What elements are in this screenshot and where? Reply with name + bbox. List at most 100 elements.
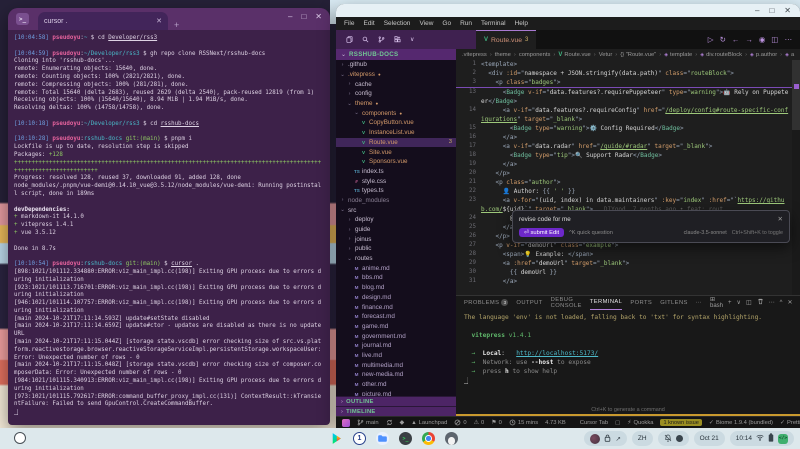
status-biome-1-9-4-bundled-[interactable]: ✓Biome 1.9.4 (bundled) bbox=[709, 419, 773, 426]
terminal-panel-output[interactable]: The language 'env' is not loaded, fallin… bbox=[456, 309, 800, 414]
minimize-icon[interactable]: – bbox=[288, 12, 292, 21]
menu-help[interactable]: Help bbox=[515, 20, 528, 27]
code-line-20[interactable]: 20 </p> bbox=[456, 169, 800, 178]
tree-item-anime-md[interactable]: Manime.md bbox=[336, 263, 456, 273]
panel-tab-terminal[interactable]: TERMINAL bbox=[590, 296, 623, 310]
tree-item-new-media-md[interactable]: Mnew-media.md bbox=[336, 370, 456, 380]
tree-item-cache[interactable]: ›cache bbox=[336, 79, 456, 89]
tree-item-journal-md[interactable]: Mjournal.md bbox=[336, 341, 456, 351]
status-quokka[interactable]: ⚡Quokka bbox=[627, 419, 653, 426]
status-15-mins[interactable]: 15 mins bbox=[509, 419, 538, 426]
panel-tab-output[interactable]: OUTPUT bbox=[516, 296, 542, 309]
launcher-button[interactable] bbox=[14, 432, 26, 444]
status-launchpad[interactable]: ▲Launchpad bbox=[411, 420, 447, 426]
terminal-tab[interactable]: cursor . ✕ bbox=[38, 12, 168, 30]
more-actions-icon[interactable]: ⋯ bbox=[785, 35, 793, 44]
status-area[interactable]: 10:14 </> bbox=[730, 431, 794, 446]
breadcrumb-item[interactable]: ◈p.author bbox=[750, 52, 777, 58]
ai-prompt-input[interactable]: revise code for me bbox=[519, 216, 778, 223]
tree-item-components[interactable]: ⌄components● bbox=[336, 108, 456, 118]
linux-penguin-icon[interactable] bbox=[445, 432, 458, 445]
status-1-known-issue[interactable]: 1 known issue bbox=[660, 419, 701, 426]
status-sync[interactable] bbox=[386, 419, 393, 426]
date-pill[interactable]: Oct 21 bbox=[694, 431, 725, 446]
extensions-icon[interactable] bbox=[394, 36, 401, 43]
code-line-22[interactable]: 22 👤 Author: {{ ' ' }} bbox=[456, 187, 800, 196]
quick-question-hint[interactable]: ^K quick question bbox=[569, 230, 613, 236]
model-selector[interactable]: claude-3.5-sonnet bbox=[684, 230, 727, 236]
tree-item-node-modules[interactable]: ›node_modules bbox=[336, 196, 456, 206]
breadcrumb-item[interactable]: ◈div.routeBlock bbox=[700, 52, 742, 58]
chevron-down-icon[interactable]: ∨ bbox=[737, 299, 741, 306]
close-panel-icon[interactable]: ✕ bbox=[787, 299, 792, 306]
close-icon[interactable]: ✕ bbox=[778, 215, 783, 223]
breadcrumb-item[interactable]: Vetur bbox=[599, 52, 613, 58]
tree-item-copybutton-vue[interactable]: VCopyButton.vue bbox=[336, 118, 456, 128]
terminal-shell-label[interactable]: ⊞ bash bbox=[710, 296, 723, 309]
menu-view[interactable]: View bbox=[419, 20, 433, 27]
breadcrumb-item[interactable]: ◈a bbox=[785, 52, 794, 58]
tree-item-game-md[interactable]: Mgame.md bbox=[336, 322, 456, 332]
tree-item-design-md[interactable]: Mdesign.md bbox=[336, 293, 456, 303]
status-0[interactable]: ⚠0 bbox=[474, 419, 485, 426]
code-line-21[interactable]: 21 <p class="author"> bbox=[456, 178, 800, 187]
tree-item-index-ts[interactable]: TSindex.ts bbox=[336, 167, 456, 177]
submit-edit-button[interactable]: ⏎ submit Edit bbox=[519, 228, 564, 237]
tab-route-vue[interactable]: V Route.vue 3 bbox=[476, 30, 536, 49]
user-pill[interactable]: ↗ bbox=[584, 431, 626, 446]
panel-tab-debug-console[interactable]: DEBUG CONSOLE bbox=[551, 296, 582, 309]
tree-item-forecast-md[interactable]: Mforecast.md bbox=[336, 312, 456, 322]
panel-tab--[interactable]: ⋯ bbox=[696, 296, 702, 309]
tree-item-config[interactable]: ›config bbox=[336, 89, 456, 99]
code-line-13[interactable]: 13 <Badge v-if="data.features?.requirePu… bbox=[456, 87, 800, 106]
explorer-header[interactable]: ⌄ RSSHUB-DOCS bbox=[336, 49, 456, 60]
status-main[interactable]: main bbox=[357, 419, 379, 426]
code-line-2[interactable]: 2 <div :id="namespace + JSON.stringify(d… bbox=[456, 69, 800, 78]
tree-item-route-vue[interactable]: VRoute.vue3 bbox=[336, 138, 456, 148]
tree-item-instancelist-vue[interactable]: VInstanceList.vue bbox=[336, 128, 456, 138]
menu-selection[interactable]: Selection bbox=[384, 20, 411, 27]
code-line-14[interactable]: 14 <a v-if="data.features?.requireConfig… bbox=[456, 106, 800, 124]
terminal-titlebar[interactable]: >_ cursor . ✕ + – □ ✕ bbox=[8, 8, 330, 30]
crostini-terminal-icon[interactable]: >_ bbox=[399, 432, 412, 445]
1password-icon[interactable]: 1 bbox=[353, 432, 366, 445]
notification-pill[interactable] bbox=[658, 431, 689, 446]
more-icon[interactable]: ⋯ bbox=[769, 299, 775, 306]
code-line-29[interactable]: 29 <a :href="demoUrl" target="_blank"> bbox=[456, 259, 800, 268]
breadcrumb-item[interactable]: components bbox=[519, 52, 551, 58]
code-line-18[interactable]: 18 <Badge type="tip">🔍 Support Radar</Ba… bbox=[456, 151, 800, 160]
tree-item-picture-md[interactable]: Mpicture.md bbox=[336, 389, 456, 396]
menu-file[interactable]: File bbox=[344, 20, 354, 27]
maximize-icon[interactable]: □ bbox=[769, 6, 774, 15]
sync-icon[interactable]: ↻ bbox=[720, 35, 726, 44]
breadcrumb-item[interactable]: ◈template bbox=[664, 52, 692, 58]
play-circle-icon[interactable]: ◉ bbox=[759, 35, 766, 44]
close-icon[interactable]: ✕ bbox=[784, 6, 791, 15]
breadcrumb-item[interactable]: VRoute.vue bbox=[558, 52, 590, 58]
status-square[interactable]: ▢ bbox=[615, 420, 620, 426]
editor-scrollbar[interactable] bbox=[792, 60, 800, 295]
vscode-window-header[interactable]: – □ ✕ bbox=[336, 4, 800, 17]
status-remote[interactable] bbox=[342, 419, 350, 427]
panel-tab-gitlens[interactable]: GITLENS bbox=[660, 296, 688, 309]
code-line-28[interactable]: 28 <span>💡 Example: </span> bbox=[456, 250, 800, 259]
code-line-31[interactable]: 31 </a> bbox=[456, 277, 800, 286]
status-gitlens[interactable]: ◆ bbox=[400, 419, 405, 426]
maximize-icon[interactable]: □ bbox=[301, 12, 306, 21]
status-prettier[interactable]: ✓Prettier bbox=[780, 419, 800, 426]
split-editor-icon[interactable]: ◫ bbox=[771, 35, 778, 44]
tree-item-other-md[interactable]: Mother.md bbox=[336, 380, 456, 390]
timeline-section[interactable]: › TIMELINE bbox=[336, 406, 456, 416]
chrome-icon[interactable] bbox=[422, 432, 435, 445]
new-tab-icon[interactable]: + bbox=[174, 20, 179, 30]
tree-item-src[interactable]: ⌄src bbox=[336, 205, 456, 215]
forward-icon[interactable]: → bbox=[745, 35, 753, 44]
tree-item-joinus[interactable]: ›joinus bbox=[336, 234, 456, 244]
status-0[interactable]: ⚑0 bbox=[491, 419, 502, 426]
files-app-icon[interactable] bbox=[376, 432, 389, 445]
breadcrumb-item[interactable]: {} "Route.vue" bbox=[620, 52, 656, 58]
code-line-15[interactable]: 15 <Badge type="warning">⚙️ Config Requi… bbox=[456, 124, 800, 133]
search-icon[interactable] bbox=[362, 36, 369, 43]
tree-item-theme[interactable]: ⌄theme● bbox=[336, 99, 456, 109]
tree-item-guide[interactable]: ›guide bbox=[336, 225, 456, 235]
